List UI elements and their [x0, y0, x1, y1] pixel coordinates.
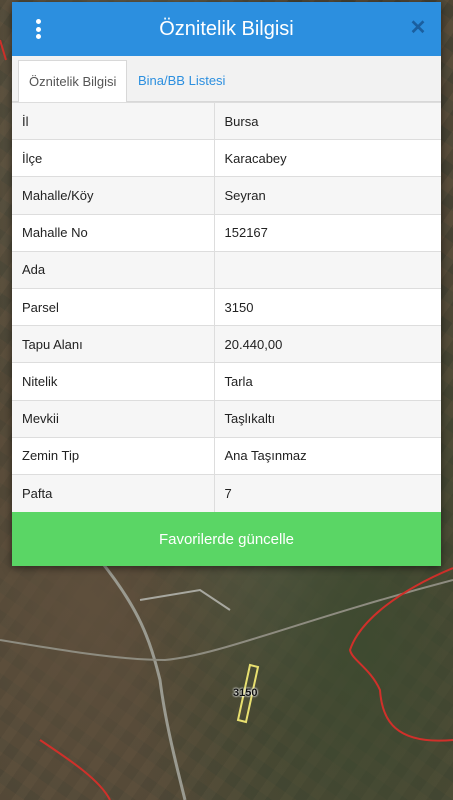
boundary-line	[39, 739, 111, 800]
attribute-key: Nitelik	[12, 362, 215, 400]
menu-dot	[35, 19, 41, 24]
table-row: Nitelik Tarla	[12, 362, 441, 400]
attribute-table: İl Bursa İlçe Karacabey Mahalle/Köy Seyran Mah…	[12, 101, 441, 512]
table-row: İlçe Karacabey	[12, 139, 441, 177]
attribute-value: Tarla	[214, 362, 441, 400]
attribute-key: İl	[12, 101, 215, 140]
menu-dot	[35, 34, 41, 39]
road	[98, 559, 187, 800]
tab-bar: Öznitelik Bilgisi Bina/BB Listesi	[12, 56, 441, 102]
tab-attribute-info[interactable]: Öznitelik Bilgisi	[18, 60, 128, 102]
boundary-line	[0, 39, 7, 61]
attribute-value: Taşlıkaltı	[214, 399, 441, 438]
table-row: Pafta 7	[12, 473, 441, 512]
road	[0, 579, 453, 662]
boundary-line	[348, 567, 453, 742]
attribute-value	[214, 250, 441, 289]
attribute-value: Seyran	[214, 176, 441, 215]
table-row: Mahalle/Köy Seyran	[12, 176, 441, 215]
attribute-key: Zemin Tip	[12, 436, 215, 475]
attribute-key: Mahalle/Köy	[12, 176, 215, 215]
table-row: İl Bursa	[12, 101, 441, 140]
update-favorites-button[interactable]: Favorilerde güncelle	[12, 512, 441, 566]
more-vertical-icon[interactable]	[32, 17, 44, 41]
close-icon[interactable]: ✕	[407, 16, 429, 39]
attribute-value: Bursa	[214, 101, 441, 140]
attribute-dialog: Öznitelik Bilgisi ✕ Öznitelik Bilgisi Bi…	[12, 2, 441, 566]
attribute-key: Ada	[12, 250, 215, 289]
table-row: Ada	[12, 250, 441, 289]
table-row: Mevkii Taşlıkaltı	[12, 399, 441, 438]
dialog-header: Öznitelik Bilgisi ✕	[12, 2, 441, 56]
attribute-key: Pafta	[12, 473, 215, 512]
parcel-label: 3150	[233, 687, 258, 699]
attribute-value: 3150	[214, 287, 441, 326]
attribute-key: Mevkii	[12, 399, 215, 438]
table-row: Zemin Tip Ana Taşınmaz	[12, 436, 441, 475]
attribute-value: 152167	[214, 213, 441, 252]
attribute-key: Tapu Alanı	[12, 325, 215, 363]
table-row: Parsel 3150	[12, 287, 441, 326]
dialog-title: Öznitelik Bilgisi	[159, 17, 294, 40]
attribute-value: Karacabey	[214, 139, 441, 177]
attribute-value: 7	[214, 473, 441, 512]
attribute-value: Ana Taşınmaz	[214, 436, 441, 475]
tab-building-list[interactable]: Bina/BB Listesi	[128, 60, 235, 102]
table-row: Mahalle No 152167	[12, 213, 441, 252]
attribute-key: İlçe	[12, 139, 215, 177]
attribute-value: 20.440,00	[214, 325, 441, 363]
road	[139, 588, 231, 611]
table-row: Tapu Alanı 20.440,00	[12, 325, 441, 363]
attribute-key: Parsel	[12, 287, 215, 326]
attribute-key: Mahalle No	[12, 213, 215, 252]
menu-dot	[35, 26, 41, 32]
